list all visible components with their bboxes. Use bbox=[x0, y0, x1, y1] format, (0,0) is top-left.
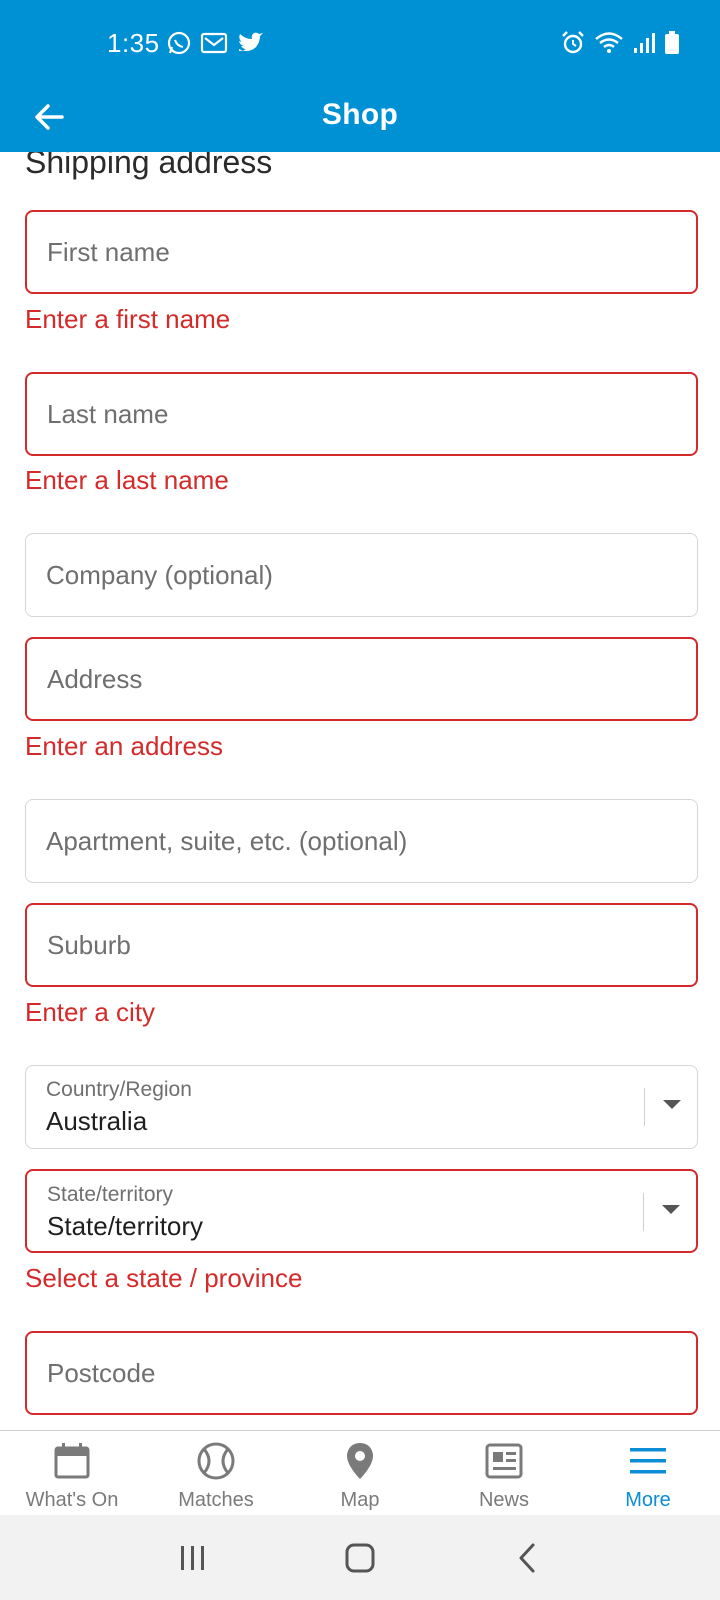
wifi-icon bbox=[594, 30, 624, 61]
notification-icons bbox=[166, 30, 264, 61]
postcode-field[interactable]: Postcode bbox=[25, 1331, 698, 1415]
suburb-error: Enter a city bbox=[25, 997, 156, 1027]
menu-icon bbox=[626, 1439, 670, 1483]
last-name-placeholder: Last name bbox=[47, 398, 169, 429]
status-bar: 1:35 bbox=[0, 0, 720, 86]
nav-label-matches: Matches bbox=[178, 1489, 254, 1511]
chevron-down-icon bbox=[663, 1100, 681, 1109]
company-placeholder: Company (optional) bbox=[46, 559, 273, 590]
address-placeholder: Address bbox=[47, 663, 143, 694]
state-error: Select a state / province bbox=[25, 1263, 303, 1293]
system-nav-bar bbox=[0, 1515, 720, 1600]
shipping-form: Shipping address First name Enter a firs… bbox=[0, 152, 720, 1430]
section-title: Shipping address bbox=[25, 152, 273, 180]
nav-item-more[interactable]: More bbox=[576, 1431, 720, 1515]
address-error: Enter an address bbox=[25, 731, 224, 761]
state-select[interactable]: State/territory State/territory bbox=[25, 1169, 698, 1253]
nav-label-more: More bbox=[625, 1489, 671, 1511]
alarm-icon bbox=[560, 30, 586, 61]
gmail-icon bbox=[200, 30, 228, 61]
whatsapp-icon bbox=[166, 30, 192, 61]
nav-label-whats-on: What's On bbox=[25, 1489, 119, 1511]
status-time: 1:35 bbox=[107, 28, 160, 58]
first-name-placeholder: First name bbox=[47, 236, 170, 267]
apartment-placeholder: Apartment, suite, etc. (optional) bbox=[46, 825, 408, 856]
address-field[interactable]: Address bbox=[25, 637, 698, 721]
recents-icon bbox=[181, 1545, 205, 1570]
map-pin-icon bbox=[338, 1439, 382, 1483]
first-name-field[interactable]: First name bbox=[25, 210, 698, 294]
last-name-field[interactable]: Last name bbox=[25, 372, 698, 456]
suburb-field[interactable]: Suburb bbox=[25, 903, 698, 987]
calendar-icon bbox=[50, 1439, 94, 1483]
twitter-icon bbox=[236, 30, 264, 61]
last-name-error: Enter a last name bbox=[25, 465, 229, 495]
nav-label-news: News bbox=[478, 1489, 529, 1511]
recents-button[interactable] bbox=[163, 1528, 223, 1588]
system-status-icons bbox=[560, 30, 680, 61]
first-name-error: Enter a first name bbox=[25, 304, 231, 334]
country-value: Australia bbox=[46, 1106, 148, 1136]
bottom-nav: What's On Matches Map News More bbox=[0, 1430, 720, 1515]
state-value: State/territory bbox=[47, 1211, 204, 1241]
signal-icon bbox=[632, 30, 656, 61]
select-divider bbox=[643, 1193, 644, 1231]
nav-item-whats-on[interactable]: What's On bbox=[0, 1431, 144, 1515]
page-title: Shop bbox=[321, 98, 399, 131]
battery-icon bbox=[664, 30, 680, 61]
app-bar: Shop bbox=[0, 86, 720, 152]
select-divider bbox=[644, 1088, 645, 1126]
ball-icon bbox=[194, 1439, 238, 1483]
nav-item-matches[interactable]: Matches bbox=[144, 1431, 288, 1515]
postcode-placeholder: Postcode bbox=[47, 1357, 156, 1388]
nav-item-news[interactable]: News bbox=[432, 1431, 576, 1515]
nav-label-map: Map bbox=[340, 1489, 380, 1511]
back-icon bbox=[519, 1543, 535, 1572]
newspaper-icon bbox=[482, 1439, 526, 1483]
back-nav-button[interactable] bbox=[497, 1528, 557, 1588]
country-label: Country/Region bbox=[46, 1078, 192, 1101]
apartment-field[interactable]: Apartment, suite, etc. (optional) bbox=[25, 799, 698, 883]
state-label: State/territory bbox=[47, 1183, 174, 1206]
nav-item-map[interactable]: Map bbox=[288, 1431, 432, 1515]
home-icon bbox=[345, 1543, 375, 1572]
company-field[interactable]: Company (optional) bbox=[25, 533, 698, 617]
suburb-placeholder: Suburb bbox=[47, 929, 131, 960]
home-button[interactable] bbox=[330, 1528, 390, 1588]
chevron-down-icon bbox=[662, 1205, 680, 1214]
country-select[interactable]: Country/Region Australia bbox=[25, 1065, 698, 1149]
